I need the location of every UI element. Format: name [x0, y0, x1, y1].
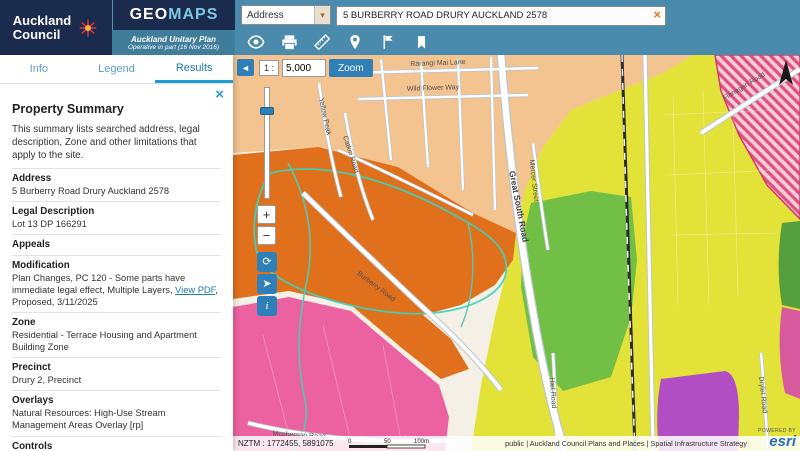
zone-label: Zone — [12, 317, 221, 328]
map-container: Flanagan RoadRarangi Mai LaneWild Flower… — [233, 55, 800, 451]
appeals-label: Appeals — [12, 239, 221, 250]
plan-subtitle: Auckland Unitary Plan Operative in part … — [112, 30, 235, 55]
results-panel: Info Legend Results × Property Summary T… — [0, 55, 233, 451]
section-overlays: Overlays Natural Resources: High-Use Str… — [12, 390, 221, 435]
panel-tabs: Info Legend Results — [0, 55, 233, 84]
controls-label: Controls — [12, 441, 221, 451]
identify-eye-button[interactable] — [246, 32, 266, 52]
section-zone: Zone Residential - Terrace Housing and A… — [12, 312, 221, 357]
section-address: Address 5 Burberry Road Drury Auckland 2… — [12, 168, 221, 201]
modification-label: Modification — [12, 260, 221, 271]
zoom-slider-track[interactable] — [264, 87, 270, 199]
clear-search-icon[interactable]: × — [653, 7, 661, 22]
header-bar: Auckland Council GEOMAPS Auckland Unitar… — [0, 0, 800, 55]
arrow-right-icon: ➤ — [262, 278, 271, 290]
overlays-value: Natural Resources: High-Use Stream Manag… — [12, 407, 221, 431]
tab-info[interactable]: Info — [0, 55, 78, 83]
brand-maps: MAPS — [168, 6, 218, 24]
address-label: Address — [12, 173, 221, 184]
svg-text:50: 50 — [384, 439, 391, 445]
bookmark-icon — [413, 34, 430, 51]
flag-icon — [379, 33, 397, 51]
section-legal-description: Legal Description Lot 13 DP 166291 — [12, 201, 221, 234]
pohutukawa-flower-icon — [77, 17, 99, 39]
info-icon: i — [265, 300, 268, 312]
close-icon[interactable]: × — [215, 87, 224, 102]
zoom-slider-handle[interactable] — [260, 107, 274, 115]
location-pin-button[interactable] — [345, 32, 365, 52]
measure-button[interactable] — [312, 32, 332, 52]
bookmark-button[interactable] — [411, 32, 431, 52]
geomaps-logo: GEOMAPS — [112, 0, 235, 30]
precinct-label: Precinct — [12, 362, 221, 373]
modification-value: Plan Changes, PC 120 - Some parts have i… — [12, 272, 221, 308]
collapse-arrow-icon: ◄ — [241, 63, 250, 73]
svg-text:0: 0 — [348, 439, 352, 445]
legal-value: Lot 13 DP 166291 — [12, 218, 221, 230]
default-extent-button[interactable]: ⟳ — [257, 252, 277, 272]
north-arrow-icon — [778, 60, 794, 87]
chevron-down-icon[interactable]: ▾ — [314, 6, 330, 24]
modification-text-1: Plan Changes, PC 120 - Some parts have i… — [12, 273, 185, 295]
map-attribution: public | Auckland Council Plans and Plac… — [505, 439, 795, 448]
subtitle-line-1: Auckland Unitary Plan — [112, 35, 235, 44]
council-word-2: Council — [13, 28, 72, 42]
map-pin-icon — [346, 33, 364, 51]
eye-icon — [246, 32, 266, 52]
address-value: 5 Burberry Road Drury Auckland 2578 — [12, 185, 221, 197]
council-word-1: Auckland — [13, 14, 72, 28]
zoom-button[interactable]: Zoom — [329, 59, 373, 77]
subtitle-line-2: Operative in part (16 Nov 2016) — [112, 44, 235, 51]
zone-darkgreen-band — [779, 221, 800, 309]
auckland-council-logo: Auckland Council — [0, 0, 112, 55]
search-category-select[interactable]: Address ▾ — [241, 5, 331, 25]
scale-widget: 1 : Zoom — [259, 59, 373, 77]
panel-body: × Property Summary This summary lists se… — [0, 84, 233, 451]
ruler-icon — [312, 32, 332, 52]
next-extent-button[interactable]: ➤ — [257, 274, 277, 294]
tab-results[interactable]: Results — [155, 55, 233, 83]
esri-wordmark: esri — [769, 433, 796, 450]
scale-bar: 0 50 100m — [346, 437, 432, 450]
search-input[interactable] — [336, 6, 666, 26]
section-controls: Controls Controls: Height Variation Cont… — [12, 436, 221, 451]
search-category-value: Address — [247, 10, 284, 21]
section-modification: Modification Plan Changes, PC 120 - Some… — [12, 255, 221, 312]
coordinates-readout: NZTM : 1772455, 5891075 — [238, 439, 334, 448]
council-logo-text: Auckland Council — [13, 14, 72, 41]
summary-intro: This summary lists searched address, leg… — [12, 124, 221, 163]
search-row: Address ▾ × — [241, 5, 666, 26]
overlays-label: Overlays — [12, 395, 221, 406]
map-status-bar: NZTM : 1772455, 5891075 0 50 100m public… — [233, 436, 800, 451]
flag-button[interactable] — [378, 32, 398, 52]
north-arrow — [778, 60, 794, 92]
info-button[interactable]: i — [257, 296, 277, 316]
legal-label: Legal Description — [12, 206, 221, 217]
scale-input[interactable] — [282, 59, 326, 77]
zoom-out-button[interactable]: − — [257, 226, 276, 245]
printer-icon — [280, 33, 299, 52]
section-precinct: Precinct Drury 2, Precinct — [12, 357, 221, 390]
view-pdf-link[interactable]: View PDF — [175, 285, 215, 295]
tab-legend[interactable]: Legend — [78, 55, 156, 83]
map-toolbar — [246, 31, 431, 53]
svg-text:100m: 100m — [414, 439, 429, 445]
collapse-panel-button[interactable]: ◄ — [237, 59, 254, 76]
esri-logo: POWERED BY esri — [758, 429, 796, 450]
scale-prefix: 1 : — [259, 60, 279, 76]
print-button[interactable] — [279, 32, 299, 52]
zoning-map[interactable]: Flanagan RoadRarangi Mai LaneWild Flower… — [233, 55, 800, 451]
zoom-in-button[interactable]: + — [257, 205, 276, 224]
brand-geo: GEO — [130, 6, 169, 24]
page-title: Property Summary — [12, 102, 221, 116]
zone-value: Residential - Terrace Housing and Apartm… — [12, 329, 221, 353]
precinct-value: Drury 2, Precinct — [12, 374, 221, 386]
refresh-icon: ⟳ — [262, 256, 271, 268]
section-appeals: Appeals — [12, 234, 221, 255]
